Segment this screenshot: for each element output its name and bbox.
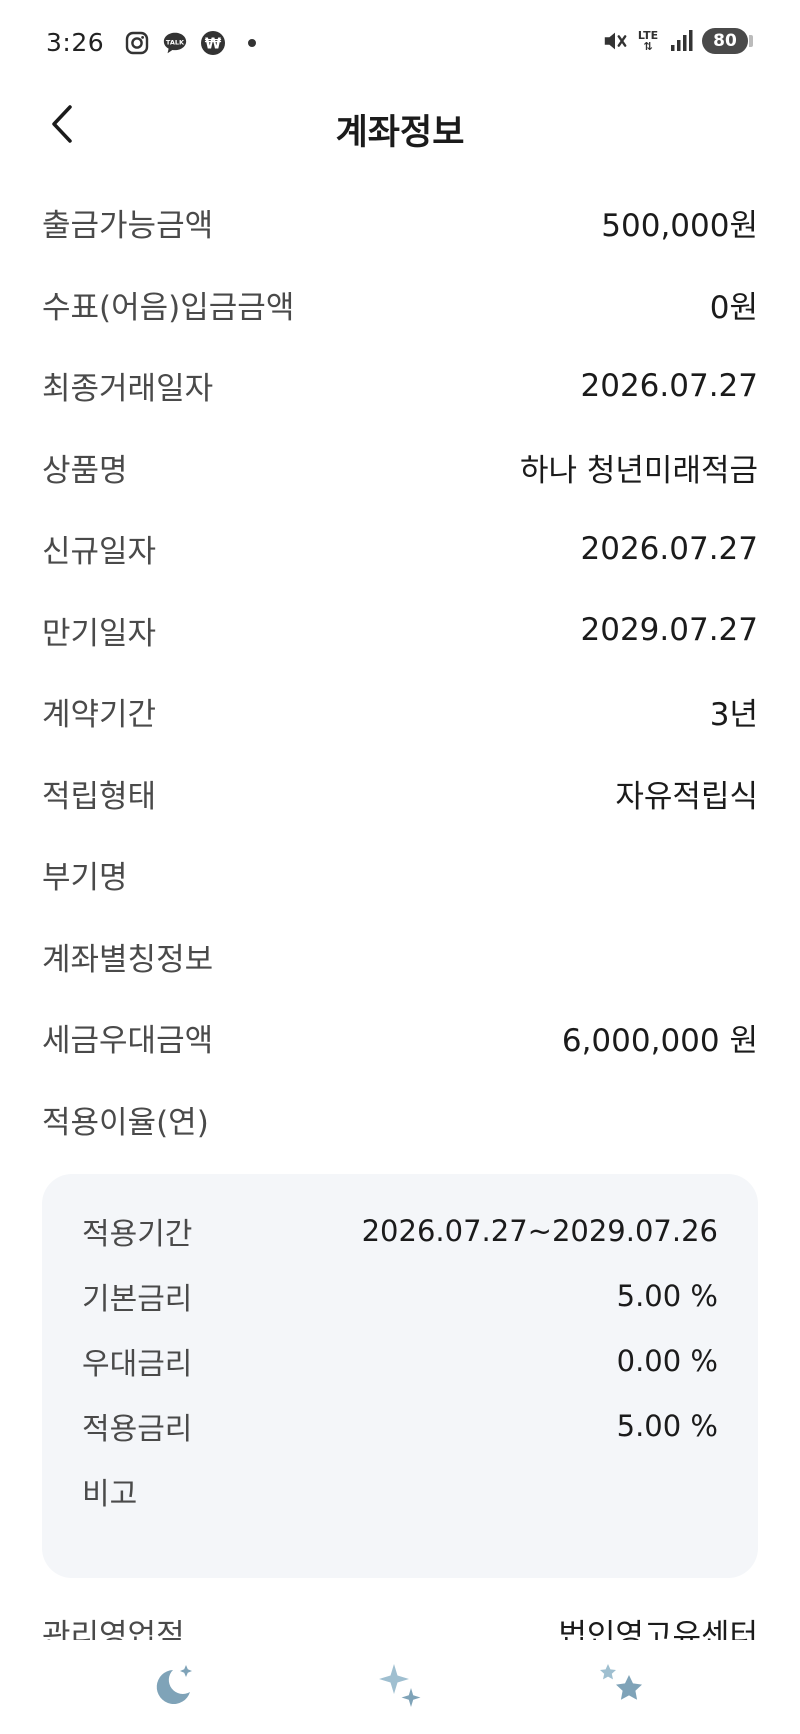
rate-row-period: 적용기간 2026.07.27~2029.07.26 <box>82 1198 718 1263</box>
rate-detail-box: 적용기간 2026.07.27~2029.07.26 기본금리 5.00 % 우… <box>42 1174 758 1578</box>
info-row-tax-benefit: 세금우대금액 6,000,000 원 <box>42 997 758 1079</box>
talk-text: TALK <box>166 38 185 46</box>
info-row-check-deposit: 수표(어음)입금금액 0원 <box>42 264 758 346</box>
info-row-product-name: 상품명 하나 청년미래적금 <box>42 427 758 509</box>
rate-value: 0.00 % <box>616 1343 718 1378</box>
rate-value: 5.00 % <box>616 1278 718 1313</box>
info-value: 자유적립식 <box>615 778 758 815</box>
info-label: 계좌별칭정보 <box>42 941 214 978</box>
status-left: 3:26 TALK ₩ <box>46 28 257 57</box>
info-row-memo-name: 부기명 <box>42 834 758 916</box>
nav-button-sparkle[interactable] <box>370 1658 430 1714</box>
info-label: 최종거래일자 <box>42 371 214 408</box>
lte-indicator: LTE ⇅ <box>636 30 660 52</box>
info-row-account-alias: 계좌별칭정보 <box>42 916 758 998</box>
moon-star-icon <box>156 1665 192 1704</box>
info-label: 출금가능금액 <box>42 208 214 245</box>
status-right: LTE ⇅ 80 <box>602 28 753 54</box>
info-label: 세금우대금액 <box>42 1023 214 1060</box>
mute-icon <box>602 28 628 54</box>
rate-label: 기본금리 <box>82 1281 193 1317</box>
info-value: 2026.07.27 <box>580 530 759 567</box>
rate-row-applied: 적용금리 5.00 % <box>82 1393 718 1458</box>
info-value: 500,000원 <box>601 208 758 245</box>
rate-row-preferential: 우대금리 0.00 % <box>82 1328 718 1393</box>
header: 계좌정보 <box>0 92 800 158</box>
info-row-last-transaction: 최종거래일자 2026.07.27 <box>42 345 758 427</box>
info-row-applied-rate: 적용이율(연) <box>42 1079 758 1161</box>
nav-button-night[interactable] <box>144 1658 204 1714</box>
sparkle-icon <box>379 1664 421 1707</box>
page-title: 계좌정보 <box>335 113 465 153</box>
battery-indicator: 80 <box>702 28 753 54</box>
info-value: 0원 <box>709 289 758 326</box>
info-label: 적용이율(연) <box>42 1104 209 1141</box>
info-label: 신규일자 <box>42 534 157 571</box>
rate-label: 비고 <box>82 1476 138 1512</box>
account-info-list: 출금가능금액 500,000원 수표(어음)입금금액 0원 최종거래일자 202… <box>42 182 758 1160</box>
won-icon: ₩ <box>200 30 226 56</box>
rate-row-remarks: 비고 <box>82 1458 718 1523</box>
notification-dot <box>248 38 257 47</box>
data-arrows-icon: ⇅ <box>643 40 653 53</box>
rate-row-base: 기본금리 5.00 % <box>82 1263 718 1328</box>
info-label: 계약기간 <box>42 697 157 734</box>
nav-button-stars[interactable] <box>594 1658 654 1714</box>
kakaotalk-icon: TALK <box>162 30 188 56</box>
info-value: 2026.07.27 <box>580 367 759 404</box>
info-label: 수표(어음)입금금액 <box>42 289 295 326</box>
info-value: 3년 <box>709 697 758 734</box>
info-row-withdrawable: 출금가능금액 500,000원 <box>42 182 758 264</box>
rate-detail-list: 적용기간 2026.07.27~2029.07.26 기본금리 5.00 % 우… <box>82 1198 718 1523</box>
info-label: 상품명 <box>42 452 128 489</box>
info-row-saving-type: 적립형태 자유적립식 <box>42 753 758 835</box>
info-label: 부기명 <box>42 860 128 897</box>
rate-value: 5.00 % <box>616 1408 718 1443</box>
stars-icon <box>600 1664 642 1700</box>
status-bar: 3:26 TALK ₩ LTE ⇅ 80 <box>0 0 800 92</box>
info-row-maturity-date: 만기일자 2029.07.27 <box>42 590 758 672</box>
info-value: 2029.07.27 <box>580 612 759 649</box>
info-row-contract-period: 계약기간 3년 <box>42 671 758 753</box>
info-row-branch-partial: 관리영업점 법인영고유센터 <box>42 1614 758 1640</box>
info-row-open-date: 신규일자 2026.07.27 <box>42 508 758 590</box>
status-time: 3:26 <box>46 28 105 57</box>
won-text: ₩ <box>205 34 222 52</box>
info-value: 6,000,000 원 <box>561 1023 758 1060</box>
signal-icon <box>668 28 694 54</box>
info-value: 법인영고유센터 <box>558 1618 758 1640</box>
info-value: 하나 청년미래적금 <box>519 452 758 489</box>
info-label: 관리영업점 <box>42 1618 185 1640</box>
rate-label: 적용기간 <box>82 1216 193 1252</box>
instagram-icon <box>124 30 150 56</box>
bottom-nav <box>0 1640 800 1734</box>
info-label: 만기일자 <box>42 615 157 652</box>
info-label: 적립형태 <box>42 778 157 815</box>
rate-label: 우대금리 <box>82 1346 193 1382</box>
rate-label: 적용금리 <box>82 1411 193 1447</box>
rate-value: 2026.07.27~2029.07.26 <box>361 1213 718 1248</box>
